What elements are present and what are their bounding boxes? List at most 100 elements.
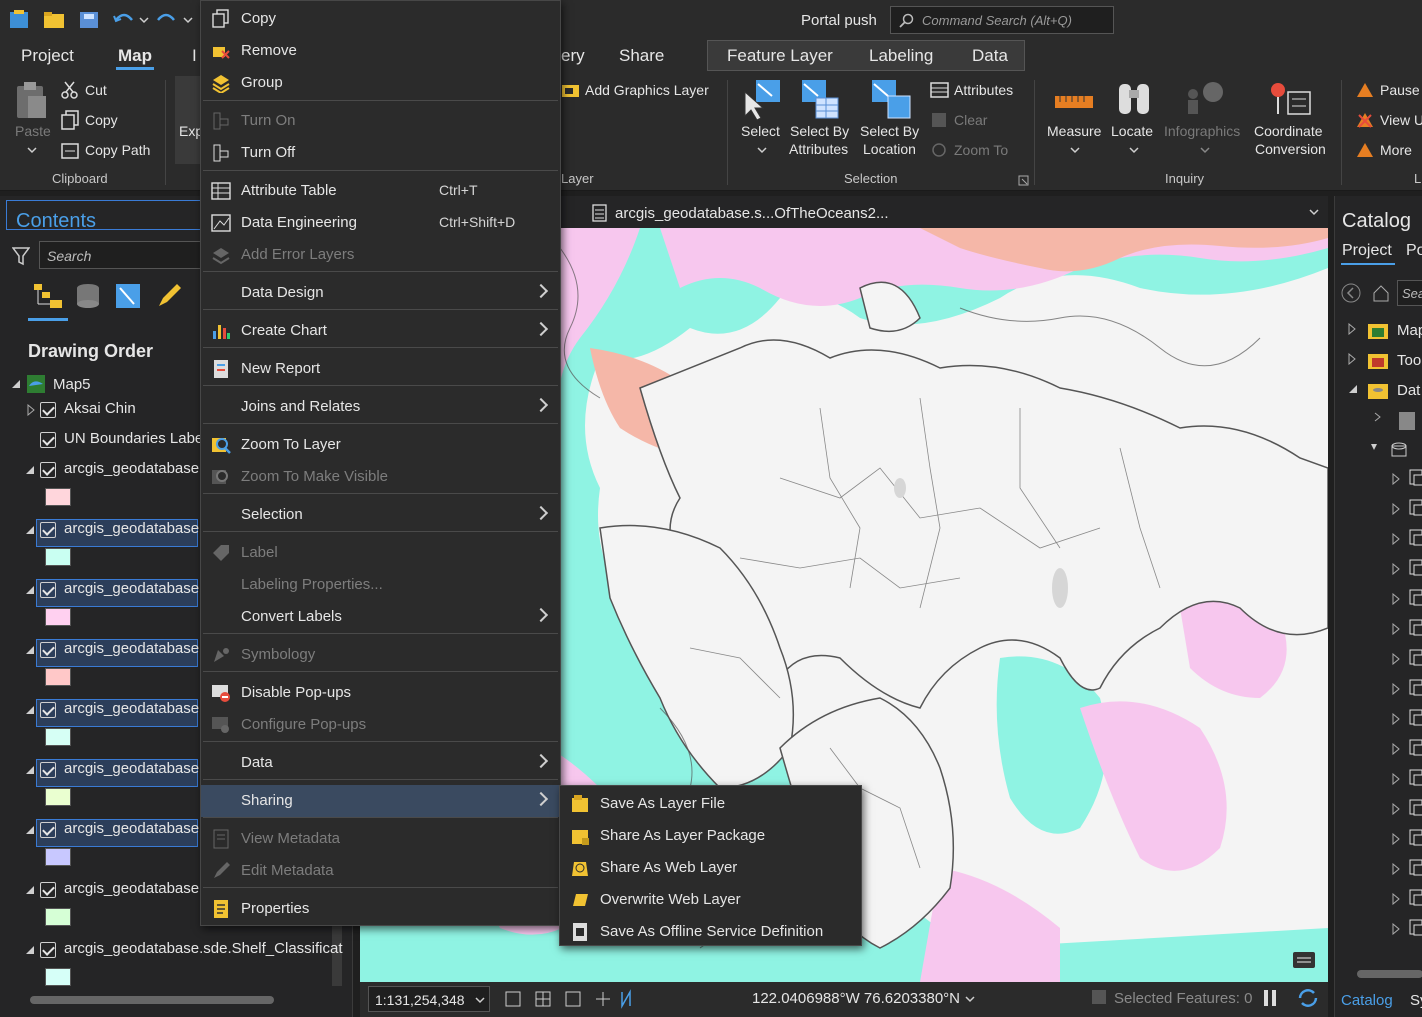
submenu-item-share-as-layer-package[interactable]: Share As Layer Package	[560, 820, 861, 852]
chevron-down-icon[interactable]	[1308, 207, 1320, 217]
add-graphics-layer-button[interactable]: Add Graphics Layer	[585, 82, 709, 98]
feature-class-icon[interactable]	[1409, 799, 1422, 820]
layer-visibility-checkbox[interactable]	[40, 522, 56, 538]
symbology-bottom-tab[interactable]: Sy	[1410, 992, 1422, 1009]
refresh-icon[interactable]	[1296, 986, 1320, 1010]
layer-name[interactable]: arcgis_geodatabase.	[64, 640, 203, 657]
expand-arrow-icon[interactable]	[10, 378, 22, 390]
layer-visibility-checkbox[interactable]	[40, 402, 56, 418]
menu-item-properties[interactable]: Properties	[201, 893, 560, 925]
feature-class-icon[interactable]	[1409, 769, 1422, 790]
select-by-location-button[interactable]: Select By	[860, 123, 919, 139]
list-by-drawing-order-icon[interactable]	[32, 282, 64, 310]
attribution-icon[interactable]	[1292, 948, 1316, 970]
feature-class-icon[interactable]	[1409, 469, 1422, 490]
cut-button[interactable]: Cut	[85, 82, 107, 98]
feature-class-icon[interactable]	[1409, 619, 1422, 640]
list-by-source-icon[interactable]	[75, 282, 101, 310]
expand-arrow-icon[interactable]	[1391, 742, 1401, 758]
feature-class-icon[interactable]	[1409, 919, 1422, 940]
layer-visibility-checkbox[interactable]	[40, 702, 56, 718]
map-name[interactable]: Map5	[53, 376, 91, 393]
layer-name[interactable]: arcgis_geodatabase.	[64, 820, 203, 837]
back-icon[interactable]	[1340, 282, 1362, 304]
submenu-item-save-as-layer-file[interactable]: Save As Layer File	[560, 788, 861, 820]
collapse-arrow-icon[interactable]	[24, 463, 36, 479]
more-button[interactable]: More	[1380, 142, 1412, 158]
explore-button[interactable]	[175, 76, 200, 164]
layer-name[interactable]: arcgis_geodatabase.	[64, 460, 203, 477]
layer-name[interactable]: Aksai Chin	[64, 400, 136, 417]
expand-arrow-icon[interactable]	[1391, 472, 1401, 488]
view-unplaced-button[interactable]: View U	[1380, 112, 1422, 128]
infographics-button[interactable]: Infographics	[1164, 123, 1240, 139]
collapse-arrow-icon[interactable]	[1347, 383, 1359, 395]
menu-item-selection[interactable]: Selection	[201, 499, 560, 531]
list-by-editing-icon[interactable]	[155, 282, 181, 310]
contents-search-input[interactable]: Search	[39, 241, 209, 269]
feature-class-icon[interactable]	[1409, 859, 1422, 880]
coordinate-conversion-button[interactable]: Coordinate	[1254, 123, 1323, 139]
tab-insert[interactable]: I	[192, 46, 197, 66]
menu-item-joins-and-relates[interactable]: Joins and Relates	[201, 391, 560, 423]
layer-visibility-checkbox[interactable]	[40, 762, 56, 778]
feature-class-icon[interactable]	[1409, 679, 1422, 700]
copy-button[interactable]: Copy	[85, 112, 118, 128]
submenu-item-share-as-web-layer[interactable]: Share As Web Layer	[560, 852, 861, 884]
chevron-down-icon[interactable]	[964, 994, 976, 1004]
layer-visibility-checkbox[interactable]	[40, 642, 56, 658]
submenu-item-overwrite-web-layer[interactable]: Overwrite Web Layer	[560, 884, 861, 916]
expand-arrow-icon[interactable]	[1391, 652, 1401, 668]
layer-visibility-checkbox[interactable]	[40, 582, 56, 598]
select-by-attributes-button[interactable]: Select By	[790, 123, 849, 139]
dialog-launcher-icon[interactable]	[1018, 175, 1030, 187]
pause-icon[interactable]	[1262, 988, 1278, 1008]
quick-access-toolbar[interactable]	[8, 8, 198, 32]
menu-item-data-design[interactable]: Data Design	[201, 277, 560, 309]
feature-class-icon[interactable]	[1409, 829, 1422, 850]
filter-icon[interactable]	[12, 246, 30, 266]
layer-name[interactable]: arcgis_geodatabase.	[64, 580, 203, 597]
catalog-horizontal-scrollbar[interactable]	[1357, 970, 1422, 978]
collapse-arrow-icon[interactable]	[24, 823, 36, 839]
select-button[interactable]: Select	[741, 123, 780, 139]
list-by-selection-icon[interactable]	[114, 282, 142, 310]
menu-item-group[interactable]: Group	[201, 67, 560, 99]
menu-item-convert-labels[interactable]: Convert Labels	[201, 601, 560, 633]
feature-class-icon[interactable]	[1409, 649, 1422, 670]
zoom-to-button[interactable]: Zoom To	[954, 142, 1008, 158]
map-tab-title[interactable]: arcgis_geodatabase.s...OfTheOceans2...	[615, 205, 889, 222]
attributes-button[interactable]: Attributes	[954, 82, 1013, 98]
feature-class-icon[interactable]	[1409, 709, 1422, 730]
tab-project[interactable]: Project	[21, 46, 74, 66]
expand-arrow-icon[interactable]	[1391, 562, 1401, 578]
layer-name[interactable]: arcgis_geodatabase.	[64, 880, 203, 897]
expand-arrow-icon[interactable]	[1391, 832, 1401, 848]
layer-visibility-checkbox[interactable]	[40, 882, 56, 898]
expand-arrow-icon[interactable]	[1391, 772, 1401, 788]
menu-item-data-engineering[interactable]: Data Engineering Ctrl+Shift+D	[201, 207, 560, 239]
tab-share[interactable]: Share	[619, 46, 664, 66]
layer-visibility-checkbox[interactable]	[40, 462, 56, 478]
portal-label[interactable]: Portal push	[801, 12, 877, 29]
layer-name[interactable]: arcgis_geodatabase.	[64, 700, 203, 717]
menu-item-zoom-to-layer[interactable]: Zoom To Layer	[201, 429, 560, 461]
catalog-item-maps[interactable]: Map	[1397, 322, 1422, 339]
catalog-tab-portal[interactable]: Po	[1406, 242, 1422, 260]
collapse-arrow-icon[interactable]	[24, 763, 36, 779]
horizontal-scrollbar[interactable]	[30, 996, 274, 1004]
tab-labeling[interactable]: Labeling	[869, 46, 933, 66]
catalog-item-toolboxes[interactable]: Too	[1397, 352, 1421, 369]
menu-item-sharing[interactable]: Sharing	[201, 785, 560, 817]
collapse-arrow-icon[interactable]	[24, 583, 36, 599]
menu-item-create-chart[interactable]: Create Chart	[201, 315, 560, 347]
expand-arrow-icon[interactable]	[1391, 592, 1401, 608]
collapse-arrow-icon[interactable]	[24, 883, 36, 899]
clear-button[interactable]: Clear	[954, 112, 987, 128]
feature-class-icon[interactable]	[1409, 499, 1422, 520]
layer-visibility-checkbox[interactable]	[40, 432, 56, 448]
expand-arrow-icon[interactable]	[1391, 502, 1401, 518]
collapse-arrow-icon[interactable]	[24, 523, 36, 539]
collapse-arrow-icon[interactable]	[24, 943, 36, 959]
feature-class-icon[interactable]	[1409, 589, 1422, 610]
